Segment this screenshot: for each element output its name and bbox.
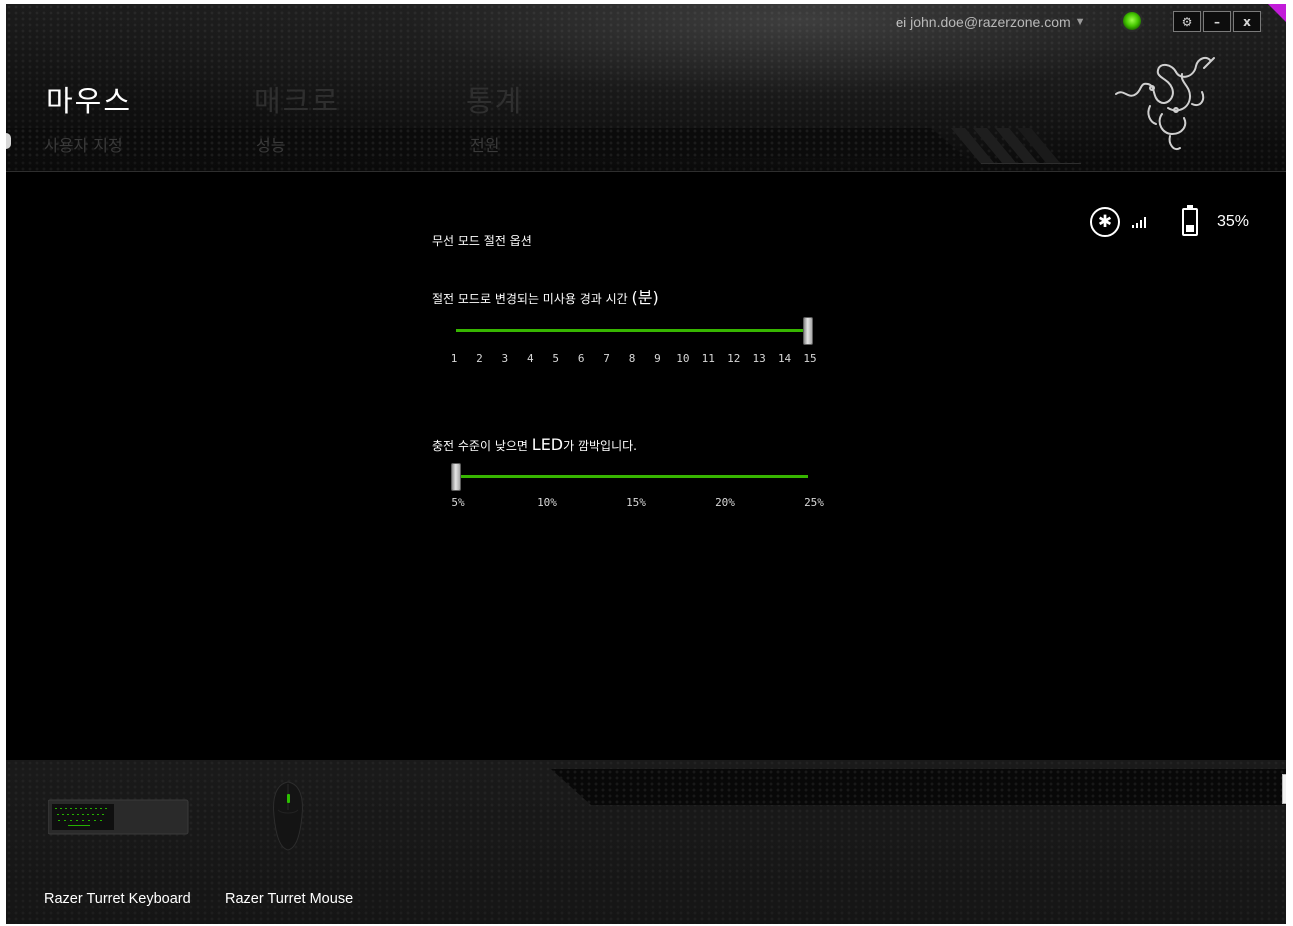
bluetooth-icon: ✱ <box>1090 207 1120 237</box>
sleep-timeout-unit: (분) <box>631 288 659 307</box>
tab-macro[interactable]: 매크로 <box>254 78 340 120</box>
sleep-timeout-tick: 2 <box>476 352 483 365</box>
chevron-down-icon[interactable]: ▼ <box>1075 16 1086 28</box>
sleep-timeout-thumb[interactable] <box>803 317 813 345</box>
online-status-icon <box>1123 12 1141 30</box>
collapse-handle[interactable] <box>6 133 11 149</box>
tab-stats[interactable]: 통계 <box>466 78 523 120</box>
led-blink-text-post: 가 깜박입니다. <box>563 439 637 453</box>
razer-logo <box>1115 57 1215 150</box>
sleep-timeout-tick: 14 <box>777 352 792 365</box>
led-threshold-slider[interactable] <box>456 475 808 478</box>
account-email: john.doe@razerzone.com <box>910 14 1071 30</box>
footer-band <box>551 769 1286 805</box>
settings-button[interactable]: ⚙ <box>1173 11 1201 32</box>
mouse-icon[interactable] <box>268 780 308 852</box>
sleep-timeout-label: 절전 모드로 변경되는 미사용 경과 시간 (분) <box>432 284 659 308</box>
signal-strength-icon <box>1132 216 1146 228</box>
sleep-timeout-fill <box>456 329 808 332</box>
device-keyboard-name[interactable]: Razer Turret Keyboard <box>44 891 191 907</box>
corner-accent <box>1268 4 1286 22</box>
sleep-timeout-tick: 7 <box>603 352 610 365</box>
window-controls: ⚙ – x <box>1173 11 1261 32</box>
sleep-timeout-tick: 11 <box>701 352 715 365</box>
led-blink-text-pre: 충전 수준이 낮으면 <box>432 439 528 453</box>
led-threshold-thumb[interactable] <box>451 463 461 491</box>
user-icon: ei <box>896 14 907 30</box>
tab-mouse[interactable]: 마우스 <box>46 78 132 120</box>
sleep-timeout-tick: 15 <box>803 352 817 365</box>
subtab-customize[interactable]: 사용자 지정 <box>44 132 123 156</box>
device-mouse-name[interactable]: Razer Turret Mouse <box>225 891 353 907</box>
subtab-performance[interactable]: 성능 <box>256 132 285 156</box>
account-menu[interactable]: ei john.doe@razerzone.com ▼ <box>896 12 1086 32</box>
subtab-power[interactable]: 전원 <box>470 132 499 156</box>
led-threshold-tick: 10% <box>537 496 557 509</box>
led-threshold-tick: 5% <box>451 496 465 509</box>
sleep-timeout-tick: 12 <box>727 352 741 365</box>
battery-level-fill <box>1186 225 1194 232</box>
sleep-timeout-tick: 1 <box>450 352 458 365</box>
led-threshold-fill <box>456 475 808 478</box>
gear-icon: ⚙ <box>1181 14 1193 29</box>
sleep-timeout-text: 절전 모드로 변경되는 미사용 경과 시간 <box>432 292 628 306</box>
sleep-timeout-tick: 9 <box>654 352 661 365</box>
sleep-timeout-slider[interactable] <box>456 329 808 332</box>
sleep-timeout-tick: 6 <box>577 352 585 365</box>
close-icon: x <box>1243 14 1251 29</box>
keyboard-icon[interactable] <box>48 798 190 836</box>
minimize-button[interactable]: – <box>1203 11 1231 32</box>
sleep-timeout-tick: 10 <box>676 352 690 365</box>
led-blink-text-led: LED <box>531 435 564 454</box>
minimize-icon: – <box>1214 14 1220 29</box>
battery-percentage: 35% <box>1217 213 1250 230</box>
sleep-timeout-tick: 13 <box>752 352 766 365</box>
sleep-timeout-tick: 3 <box>501 352 509 365</box>
app-window: ei john.doe@razerzone.com ▼ ⚙ – x 마우스 매크… <box>6 4 1286 924</box>
led-blink-label: 충전 수준이 낮으면 LED가 깜박입니다. <box>432 435 637 454</box>
section-title: 무선 모드 절전 옵션 <box>432 234 532 248</box>
sleep-timeout-tick: 5 <box>552 352 560 365</box>
led-threshold-tick: 25% <box>804 496 824 509</box>
sleep-timeout-tick: 8 <box>628 352 636 365</box>
header: ei john.doe@razerzone.com ▼ ⚙ – x 마우스 매크… <box>6 4 1286 172</box>
close-button[interactable]: x <box>1233 11 1261 32</box>
led-threshold-tick: 20% <box>715 496 735 509</box>
sleep-timeout-tick: 4 <box>526 352 534 365</box>
battery-icon <box>1182 205 1198 236</box>
subnav-stripes <box>951 128 1081 164</box>
device-status: ✱ 35% <box>1090 205 1250 238</box>
scroll-handle[interactable] <box>1282 774 1286 804</box>
led-threshold-tick: 15% <box>626 496 646 509</box>
